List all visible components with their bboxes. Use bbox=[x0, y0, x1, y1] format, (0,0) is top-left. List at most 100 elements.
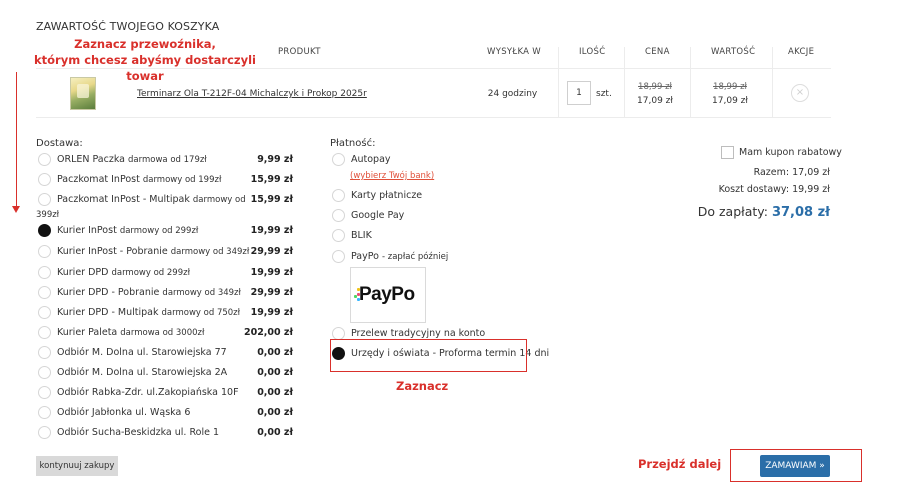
delivery-radio[interactable] bbox=[38, 306, 51, 319]
quantity-input[interactable]: 1 bbox=[567, 81, 591, 105]
delivery-option-label[interactable]: Odbiór M. Dolna ul. Starowiejska 77 bbox=[57, 347, 227, 358]
continue-shopping-button[interactable]: kontynuuj zakupy bbox=[36, 456, 118, 476]
delivery-option-label[interactable]: Kurier DPD darmowy od 299zł bbox=[57, 267, 190, 278]
payment-option-label[interactable]: PayPo - zapłać później bbox=[351, 251, 448, 262]
payment-option-label[interactable]: Google Pay bbox=[351, 210, 404, 221]
delivery-radio[interactable] bbox=[38, 386, 51, 399]
delivery-option-label[interactable]: Odbiór Jabłonka ul. Wąska 6 bbox=[57, 407, 190, 418]
delivery-option-name: Kurier InPost - Pobranie bbox=[57, 246, 168, 257]
delivery-option-price: 15,99 zł bbox=[250, 194, 293, 205]
delivery-label: Dostawa: bbox=[36, 138, 83, 149]
choose-bank-link[interactable]: (wybierz Twój bank) bbox=[350, 171, 434, 181]
delivery-option-price: 0,00 zł bbox=[257, 367, 293, 378]
delivery-option-name: Kurier DPD - Multipak bbox=[57, 307, 159, 318]
delivery-option-price: 15,99 zł bbox=[250, 174, 293, 185]
table-row-divider bbox=[36, 117, 831, 118]
payment-option-note: - zapłać później bbox=[381, 252, 449, 262]
delivery-option-label[interactable]: Kurier InPost - Pobranie darmowy od 349z… bbox=[57, 246, 249, 257]
delivery-radio[interactable] bbox=[38, 245, 51, 258]
paypo-logo-text: PayPo bbox=[359, 284, 415, 305]
delivery-radio[interactable] bbox=[38, 366, 51, 379]
delivery-option-name: Odbiór M. Dolna ul. Starowiejska 2A bbox=[57, 367, 228, 378]
delivery-option-name: Kurier DPD - Pobranie bbox=[57, 287, 160, 298]
delivery-option-note: darmowa od 3000zł bbox=[120, 328, 205, 338]
carrier-annotation: Zaznacz przewoźnika, którym chcesz abyśm… bbox=[20, 36, 270, 84]
payment-radio[interactable] bbox=[332, 189, 345, 202]
delivery-option-price: 0,00 zł bbox=[257, 387, 293, 398]
product-name-link[interactable]: Terminarz Ola T-212F-04 Michalczyk i Pro… bbox=[137, 89, 367, 99]
delivery-option-note: darmowy od 349zł bbox=[162, 288, 241, 298]
delivery-option-name: Kurier InPost bbox=[57, 225, 117, 236]
delivery-radio[interactable] bbox=[38, 426, 51, 439]
next-annotation: Przejdź dalej bbox=[638, 457, 722, 471]
column-divider bbox=[772, 47, 773, 117]
order-button[interactable]: ZAMAWIAM » bbox=[760, 455, 830, 477]
delivery-option-price: 29,99 zł bbox=[250, 246, 293, 257]
paypo-logo: PayPo bbox=[350, 267, 426, 323]
delivery-option-label[interactable]: Kurier DPD - Multipak darmowy od 750zł bbox=[57, 307, 240, 318]
payment-radio[interactable] bbox=[332, 250, 345, 263]
subtotal: Razem: 17,09 zł bbox=[753, 167, 830, 178]
delivery-radio[interactable] bbox=[38, 326, 51, 339]
delivery-option-label[interactable]: Odbiór Rabka-Zdr. ul.Zakopiańska 10F bbox=[57, 387, 239, 398]
header-shipping: WYSYŁKA W bbox=[487, 47, 542, 57]
delivery-option-price: 19,99 zł bbox=[250, 225, 293, 236]
delivery-option-label[interactable]: Odbiór M. Dolna ul. Starowiejska 2A bbox=[57, 367, 227, 378]
payment-option-label[interactable]: Autopay bbox=[351, 154, 391, 165]
payment-option-label[interactable]: Karty płatnicze bbox=[351, 190, 422, 201]
delivery-radio[interactable] bbox=[38, 173, 51, 186]
column-divider bbox=[690, 47, 691, 117]
delivery-radio[interactable] bbox=[38, 406, 51, 419]
header-quantity: ILOŚĆ bbox=[579, 47, 606, 57]
payment-radio[interactable] bbox=[332, 153, 345, 166]
delivery-radio[interactable] bbox=[38, 286, 51, 299]
delivery-option-name: Paczkomat InPost - Multipak bbox=[57, 194, 190, 205]
coupon-checkbox[interactable] bbox=[721, 146, 734, 159]
delivery-option-name: Kurier Paleta bbox=[57, 327, 118, 338]
delivery-option-label[interactable]: Kurier InPost darmowy od 299zł bbox=[57, 225, 198, 236]
value-old: 18,99 zł bbox=[713, 82, 747, 92]
delivery-option-label[interactable]: Odbiór Sucha-Beskidzka ul. Role 1 bbox=[57, 427, 219, 438]
payment-option-label[interactable]: BLIK bbox=[351, 230, 372, 241]
to-pay: Do zapłaty: 37,08 zł bbox=[650, 204, 830, 220]
payment-radio[interactable] bbox=[332, 209, 345, 222]
delivery-option-price: 19,99 zł bbox=[250, 267, 293, 278]
delivery-option-price: 0,00 zł bbox=[257, 407, 293, 418]
to-pay-value: 37,08 zł bbox=[771, 205, 830, 220]
payment-radio[interactable] bbox=[332, 229, 345, 242]
to-pay-label: Do zapłaty: bbox=[697, 204, 768, 219]
delivery-option-name: Odbiór Rabka-Zdr. ul.Zakopiańska 10F bbox=[57, 387, 239, 398]
delivery-radio[interactable] bbox=[38, 266, 51, 279]
annotation-arrow-line bbox=[16, 72, 17, 210]
delivery-radio[interactable] bbox=[38, 153, 51, 166]
arrow-down-icon bbox=[12, 206, 20, 213]
remove-item-button[interactable]: × bbox=[791, 84, 809, 102]
header-product: PRODUKT bbox=[278, 47, 321, 57]
delivery-radio[interactable] bbox=[38, 224, 51, 237]
delivery-option-price: 0,00 zł bbox=[257, 427, 293, 438]
header-price: CENA bbox=[645, 47, 670, 57]
delivery-option-label[interactable]: Kurier DPD - Pobranie darmowy od 349zł bbox=[57, 287, 241, 298]
cart-title: ZAWARTOŚĆ TWOJEGO KOSZYKA bbox=[36, 20, 220, 33]
delivery-radio[interactable] bbox=[38, 346, 51, 359]
delivery-option-label[interactable]: Paczkomat InPost darmowy od 199zł bbox=[57, 174, 221, 185]
delivery-option-note: darmowy od 750zł bbox=[161, 308, 241, 318]
payment-option-name: Przelew tradycyjny na konto bbox=[351, 328, 486, 339]
delivery-option-name: Kurier DPD bbox=[57, 267, 109, 278]
carrier-annotation-line1: Zaznacz przewoźnika, bbox=[74, 37, 216, 51]
delivery-option-note: darmowa od 179zł bbox=[128, 155, 207, 165]
delivery-radio[interactable] bbox=[38, 193, 51, 206]
delivery-option-name: ORLEN Paczka bbox=[57, 154, 125, 165]
delivery-option-price: 29,99 zł bbox=[250, 287, 293, 298]
delivery-option-label[interactable]: Kurier Paleta darmowa od 3000zł bbox=[57, 327, 204, 338]
value-new: 17,09 zł bbox=[712, 96, 748, 106]
delivery-option-label[interactable]: ORLEN Paczka darmowa od 179zł bbox=[57, 154, 207, 165]
payment-option-name: Karty płatnicze bbox=[351, 190, 423, 201]
column-divider bbox=[558, 47, 559, 117]
delivery-option-name: Odbiór M. Dolna ul. Starowiejska 77 bbox=[57, 347, 227, 358]
delivery-option-price: 19,99 zł bbox=[250, 307, 293, 318]
product-thumbnail[interactable] bbox=[70, 77, 96, 110]
payment-option-label[interactable]: Przelew tradycyjny na konto bbox=[351, 328, 485, 339]
delivery-option-label[interactable]: Paczkomat InPost - Multipak darmowy od bbox=[57, 194, 246, 205]
mark-annotation: Zaznacz bbox=[396, 379, 449, 393]
